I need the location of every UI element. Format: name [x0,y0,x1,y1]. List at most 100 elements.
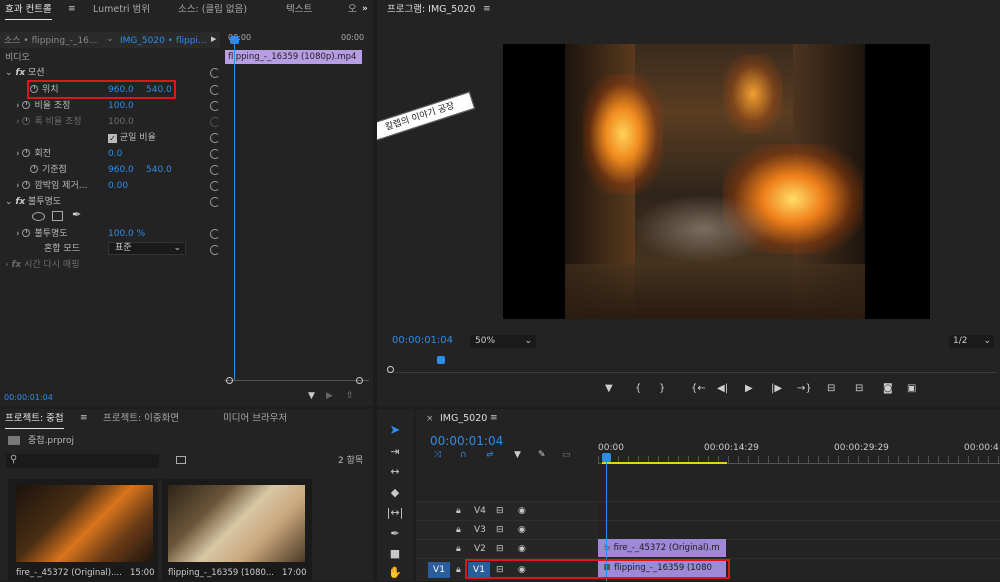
project-item-flipping[interactable]: flipping_-_16359 (1080... 17:00 [162,479,312,581]
program-title[interactable]: 프로그램: IMG_5020 [387,0,475,20]
timeline-playhead-marker[interactable] [602,453,611,462]
timeline-timecode[interactable]: 00:00:01:04 [430,433,503,449]
step-back-icon[interactable]: ◀| [717,381,728,397]
ec-clip-bar[interactable]: flipping_-_16359 (1080p).mp4 [225,50,362,64]
selection-tool-icon[interactable]: ➤ [386,422,404,440]
panel-overflow-icon[interactable]: » [362,4,368,14]
play-triangle-icon[interactable]: ▶ [211,35,216,43]
tab-effect-controls[interactable]: 효과 컨트롤 [5,0,52,20]
razor-tool-icon[interactable]: ◆ [386,484,404,502]
sync-lock-icon[interactable]: ⊟ [496,521,504,540]
close-icon[interactable]: × [426,414,434,424]
tab-media-browser[interactable]: 미디어 브라우저 [223,409,287,429]
rotation-row[interactable]: › 회전 [16,146,51,162]
track-select-tool-icon[interactable]: ⇥ [386,443,404,461]
lock-icon[interactable]: 🔒︎ [456,502,461,521]
pen-tool-icon[interactable]: ✒ [386,525,404,543]
go-to-out-icon[interactable]: →} [797,381,812,397]
antiflicker-value[interactable]: 0.00 [108,178,128,194]
mark-out-icon[interactable]: } [659,381,665,397]
camera-icon[interactable]: ◙ [883,381,893,397]
menu-icon[interactable]: ≡ [483,4,491,14]
anchor-y[interactable]: 540.0 [146,162,172,178]
program-timecode[interactable]: 00:00:01:04 [392,333,453,349]
ec-timecode[interactable]: 00:00:01:04 [4,390,53,406]
quality-select[interactable]: 1/2 ⌄ [949,335,994,348]
program-ruler[interactable] [387,355,997,373]
sync-lock-icon[interactable]: ⊟ [496,502,504,521]
source-label[interactable]: 소스 • flipping_-_16... [4,33,97,49]
scale-value[interactable]: 100.0 [108,98,134,114]
add-marker-icon[interactable]: ▼ [514,450,521,460]
menu-icon[interactable]: ≡ [68,4,76,14]
tab-source[interactable]: 소스: (클립 없음) [178,0,247,20]
uniform-scale-row[interactable]: ✓ 균일 비율 [108,130,156,146]
tab-project-dual[interactable]: 프로젝트: 이중화면 [103,409,179,429]
marker-icon[interactable]: ▼ [605,381,613,397]
checkbox-checked-icon[interactable]: ✓ [108,134,117,143]
opacity-value[interactable]: 100.0 % [108,226,145,242]
sequence-label[interactable]: IMG_5020 • flippi... [120,33,207,49]
rectangle-mask-icon[interactable] [52,211,63,221]
zoom-select[interactable]: 50% ⌄ [470,335,536,348]
chevron-down-icon[interactable]: ⌄ [106,34,114,44]
project-item-fire[interactable]: fire_-_45372 (Original).... 15:00 [8,479,158,581]
pen-mask-icon[interactable]: ✒ [72,208,81,221]
compare-view-icon[interactable]: ▣ [907,381,916,397]
program-playhead[interactable] [437,356,445,364]
export-icon[interactable]: ⇧ [346,391,354,401]
ripple-edit-tool-icon[interactable]: ↔ [386,463,404,481]
go-to-in-icon[interactable]: {← [691,381,706,397]
new-bin-icon[interactable] [176,456,186,464]
anchor-x[interactable]: 960.0 [108,162,134,178]
opacity-header-row[interactable]: ⌄ fx 불투명도 [5,194,61,210]
track-v4[interactable]: 🔒︎ V4 ⊟ ◉ [416,501,1000,520]
mark-in-icon[interactable]: { [635,381,641,397]
search-input[interactable]: ⚲ [6,454,159,468]
ec-playhead-marker[interactable] [230,36,239,44]
wrench-icon[interactable]: ✎ [538,450,546,460]
work-area-bar[interactable] [602,462,727,464]
extract-icon[interactable]: ⊟ [855,381,863,397]
time-remap-row[interactable]: › fx 시간 다시 매핑 [5,257,79,273]
tab-lumetri[interactable]: Lumetri 범위 [93,0,150,20]
menu-icon[interactable]: ≡ [80,413,88,423]
captions-icon[interactable]: ▭ [562,450,571,460]
linked-selection-icon[interactable]: ⇌ [486,450,494,460]
lock-icon[interactable]: 🔒︎ [456,540,461,559]
nest-toggle-icon[interactable]: ⤨ [434,450,441,460]
lock-icon[interactable]: 🔒︎ [456,561,461,580]
tab-project-nest[interactable]: 프로젝트: 중첩 [5,409,64,429]
play-only-icon[interactable]: ▶ [326,391,333,401]
zoom-handle[interactable] [387,366,394,373]
hand-tool-icon[interactable]: ✋ [386,564,404,582]
lock-icon[interactable]: 🔒︎ [456,521,461,540]
slip-tool-icon[interactable]: |↔| [386,504,404,522]
opacity-row[interactable]: › 불투명도 [16,226,68,242]
motion-row[interactable]: ⌄ fx 모션 [5,65,45,81]
play-icon[interactable]: ▶ [745,381,753,397]
anchor-row[interactable]: 기준점 [30,162,67,178]
zoom-handle-right[interactable] [356,377,363,384]
antiflicker-row[interactable]: › 깜박임 제거... [16,178,87,194]
clip-fire[interactable]: fx fire_-_45372 (Original).m [598,539,726,557]
step-forward-icon[interactable]: |▶ [771,381,782,397]
snap-icon[interactable]: ∩ [460,450,467,460]
menu-icon[interactable]: ≡ [490,413,498,423]
blend-mode-select[interactable]: 표준 ⌄ [108,242,186,255]
tab-overflow[interactable]: 오 [348,0,357,20]
track-v3[interactable]: 🔒︎ V3 ⊟ ◉ [416,520,1000,539]
timeline-sequence-tab[interactable]: IMG_5020 [440,409,487,429]
zoom-handle-left[interactable] [226,377,233,384]
program-video-frame[interactable] [503,44,930,319]
tab-text[interactable]: 텍스트 [286,0,312,20]
filter-icon[interactable]: ▼ [308,391,315,401]
sync-lock-icon[interactable]: ⊟ [496,540,504,559]
lift-icon[interactable]: ⊟ [827,381,835,397]
rotation-value[interactable]: 0.0 [108,146,122,162]
rectangle-tool-icon[interactable]: ■ [386,545,404,563]
ellipse-mask-icon[interactable] [32,212,45,221]
scale-row[interactable]: › 비율 조정 [16,98,70,114]
source-patch-v1[interactable]: V1 [428,562,450,578]
eye-icon[interactable]: ◉ [518,502,526,521]
